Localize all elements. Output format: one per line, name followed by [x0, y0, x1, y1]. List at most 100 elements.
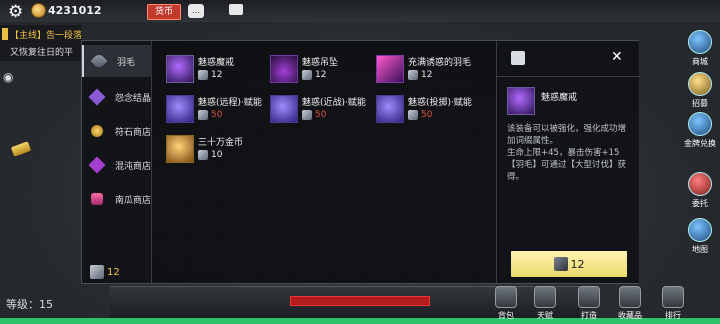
item-price: 12 [408, 70, 432, 80]
menu-gold-exchange[interactable]: 金牌兑换 [680, 112, 720, 149]
menu-gold-exchange-label: 金牌兑换 [684, 139, 716, 148]
item-price-value: 50 [315, 110, 327, 120]
feather-currency-icon [408, 70, 418, 80]
gold-coins-icon [166, 135, 194, 163]
item-price: 12 [198, 70, 222, 80]
item-name: 魅惑(远程)·赋能 [198, 98, 262, 108]
map-icon [688, 218, 712, 242]
chat-icon[interactable]: … [188, 4, 204, 18]
dock-collection[interactable]: 收藏品 [613, 286, 647, 321]
sidebar-item-label: 南瓜商店 [115, 195, 152, 206]
dock-collection-label: 收藏品 [618, 311, 642, 320]
dock-talent-label: 天赋 [537, 311, 553, 320]
quest-description: 又恢复往日的平 [10, 48, 74, 58]
anvil-icon [578, 286, 600, 308]
feather-currency-icon [302, 70, 312, 80]
orb-icon [270, 95, 298, 123]
item-price-value: 10 [211, 150, 223, 160]
feather-icon [90, 52, 108, 70]
shop-item[interactable]: 魅惑吊坠 12 [270, 53, 380, 91]
item-price-value: 12 [211, 70, 223, 80]
item-price-value: 12 [315, 70, 327, 80]
phone-icon[interactable] [229, 4, 243, 15]
sidebar-item-rune-shop[interactable]: 符石商店 [82, 115, 152, 147]
document-icon [511, 51, 525, 65]
sidebar-item-label: 羽毛 [117, 57, 136, 68]
buy-button[interactable]: 12 [511, 251, 627, 277]
dock-backpack-label: 背包 [498, 311, 514, 320]
dock-talent[interactable]: 天赋 [528, 286, 562, 321]
menu-recruit-label: 招募 [692, 99, 708, 108]
sidebar-item-pumpkin-shop[interactable]: 南瓜商店 [82, 183, 152, 215]
talent-icon [534, 286, 556, 308]
currency-button[interactable]: 货币 [147, 4, 181, 20]
sidebar-item-label: 符石商店 [115, 127, 152, 138]
feather-currency-icon [90, 265, 104, 279]
rune-icon [91, 125, 103, 137]
top-status-bar: ⚙ 4231012 货币 … [0, 0, 300, 22]
shop-sidebar: 羽毛 怨念结晶 符石商店 混沌商店 南瓜商店 12 [82, 41, 152, 283]
wallet-amount: 12 [107, 266, 120, 278]
quest-title: 【主线】告一段落 [10, 31, 83, 41]
item-name: 魅惑(投掷)·赋能 [408, 98, 472, 108]
feather-currency-icon [198, 70, 208, 80]
sidebar-item-chaos-shop[interactable]: 混沌商店 [82, 149, 152, 181]
gold-bar-icon [10, 141, 32, 157]
item-price-value: 12 [421, 70, 433, 80]
dock-forge-label: 打造 [581, 311, 597, 320]
red-strip [290, 296, 430, 306]
item-name: 充满诱惑的羽毛 [408, 58, 472, 68]
commission-icon [688, 172, 712, 196]
experience-bar [0, 318, 720, 324]
crystal-icon [88, 88, 106, 106]
medal-icon [688, 112, 712, 136]
dock-ranking[interactable]: 排行 [656, 286, 690, 321]
quest-tracker[interactable]: 【主线】告一段落 又恢复往日的平 [0, 25, 82, 61]
menu-commission-label: 委托 [692, 199, 708, 208]
dock-backpack[interactable]: 背包 [489, 286, 523, 321]
sidebar-item-label: 怨念结晶 [115, 93, 152, 104]
shop-modal: 羽毛 怨念结晶 符石商店 混沌商店 南瓜商店 12 魅惑魔戒 12 魅惑吊坠 1… [81, 40, 640, 284]
close-icon[interactable]: ✕ [611, 49, 623, 65]
item-name: 三十万金币 [198, 138, 244, 148]
pendant-icon [270, 55, 298, 83]
sidebar-item-label: 混沌商店 [115, 161, 152, 172]
orb-icon [376, 95, 404, 123]
eye-icon[interactable]: ◉ [3, 70, 13, 84]
gear-icon[interactable]: ⚙ [8, 2, 23, 22]
dock-ranking-label: 排行 [665, 311, 681, 320]
shop-item[interactable]: 魅惑魔戒 12 [166, 53, 276, 91]
shop-item[interactable]: 充满诱惑的羽毛 12 [376, 53, 486, 91]
sidebar-item-crystal[interactable]: 怨念结晶 [82, 81, 152, 113]
dock-forge[interactable]: 打造 [572, 286, 606, 321]
wallet-balance: 12 [90, 265, 120, 279]
shop-item[interactable]: 魅惑(近战)·赋能 50 [270, 93, 380, 131]
menu-map[interactable]: 地图 [680, 218, 720, 255]
orb-icon [166, 95, 194, 123]
menu-commission[interactable]: 委托 [680, 172, 720, 209]
detail-item-name: 魅惑魔戒 [541, 93, 578, 103]
player-level: 等级：15 [6, 298, 53, 311]
item-price: 12 [302, 70, 326, 80]
item-price: 50 [302, 110, 326, 120]
item-price-value: 50 [211, 110, 223, 120]
feather-currency-icon [198, 110, 208, 120]
shop-item[interactable]: 魅惑(远程)·赋能 50 [166, 93, 276, 131]
feather-currency-icon [408, 110, 418, 120]
ring-icon [507, 87, 535, 115]
item-detail-panel: ✕ 魅惑魔戒 该装备可以被强化，强化成功增加词缀属性。 生命上限+45，暴击伤害… [496, 41, 640, 283]
recruit-icon [688, 72, 712, 96]
sidebar-item-feather[interactable]: 羽毛 [82, 45, 152, 77]
collection-icon [619, 286, 641, 308]
ring-icon [166, 55, 194, 83]
shop-item[interactable]: 三十万金币 10 [166, 133, 276, 171]
detail-description: 该装备可以被强化，强化成功增加词缀属性。 生命上限+45，暴击伤害+15 【羽毛… [507, 124, 627, 182]
menu-map-label: 地图 [692, 245, 708, 254]
item-price-value: 50 [421, 110, 433, 120]
menu-shop-label: 商城 [692, 57, 708, 66]
menu-recruit[interactable]: 招募 [680, 72, 720, 109]
shop-item[interactable]: 魅惑(投掷)·赋能 50 [376, 93, 486, 131]
menu-shop[interactable]: 商城 [680, 30, 720, 67]
detail-header: ✕ [497, 41, 640, 77]
feather-currency-icon [198, 150, 208, 160]
